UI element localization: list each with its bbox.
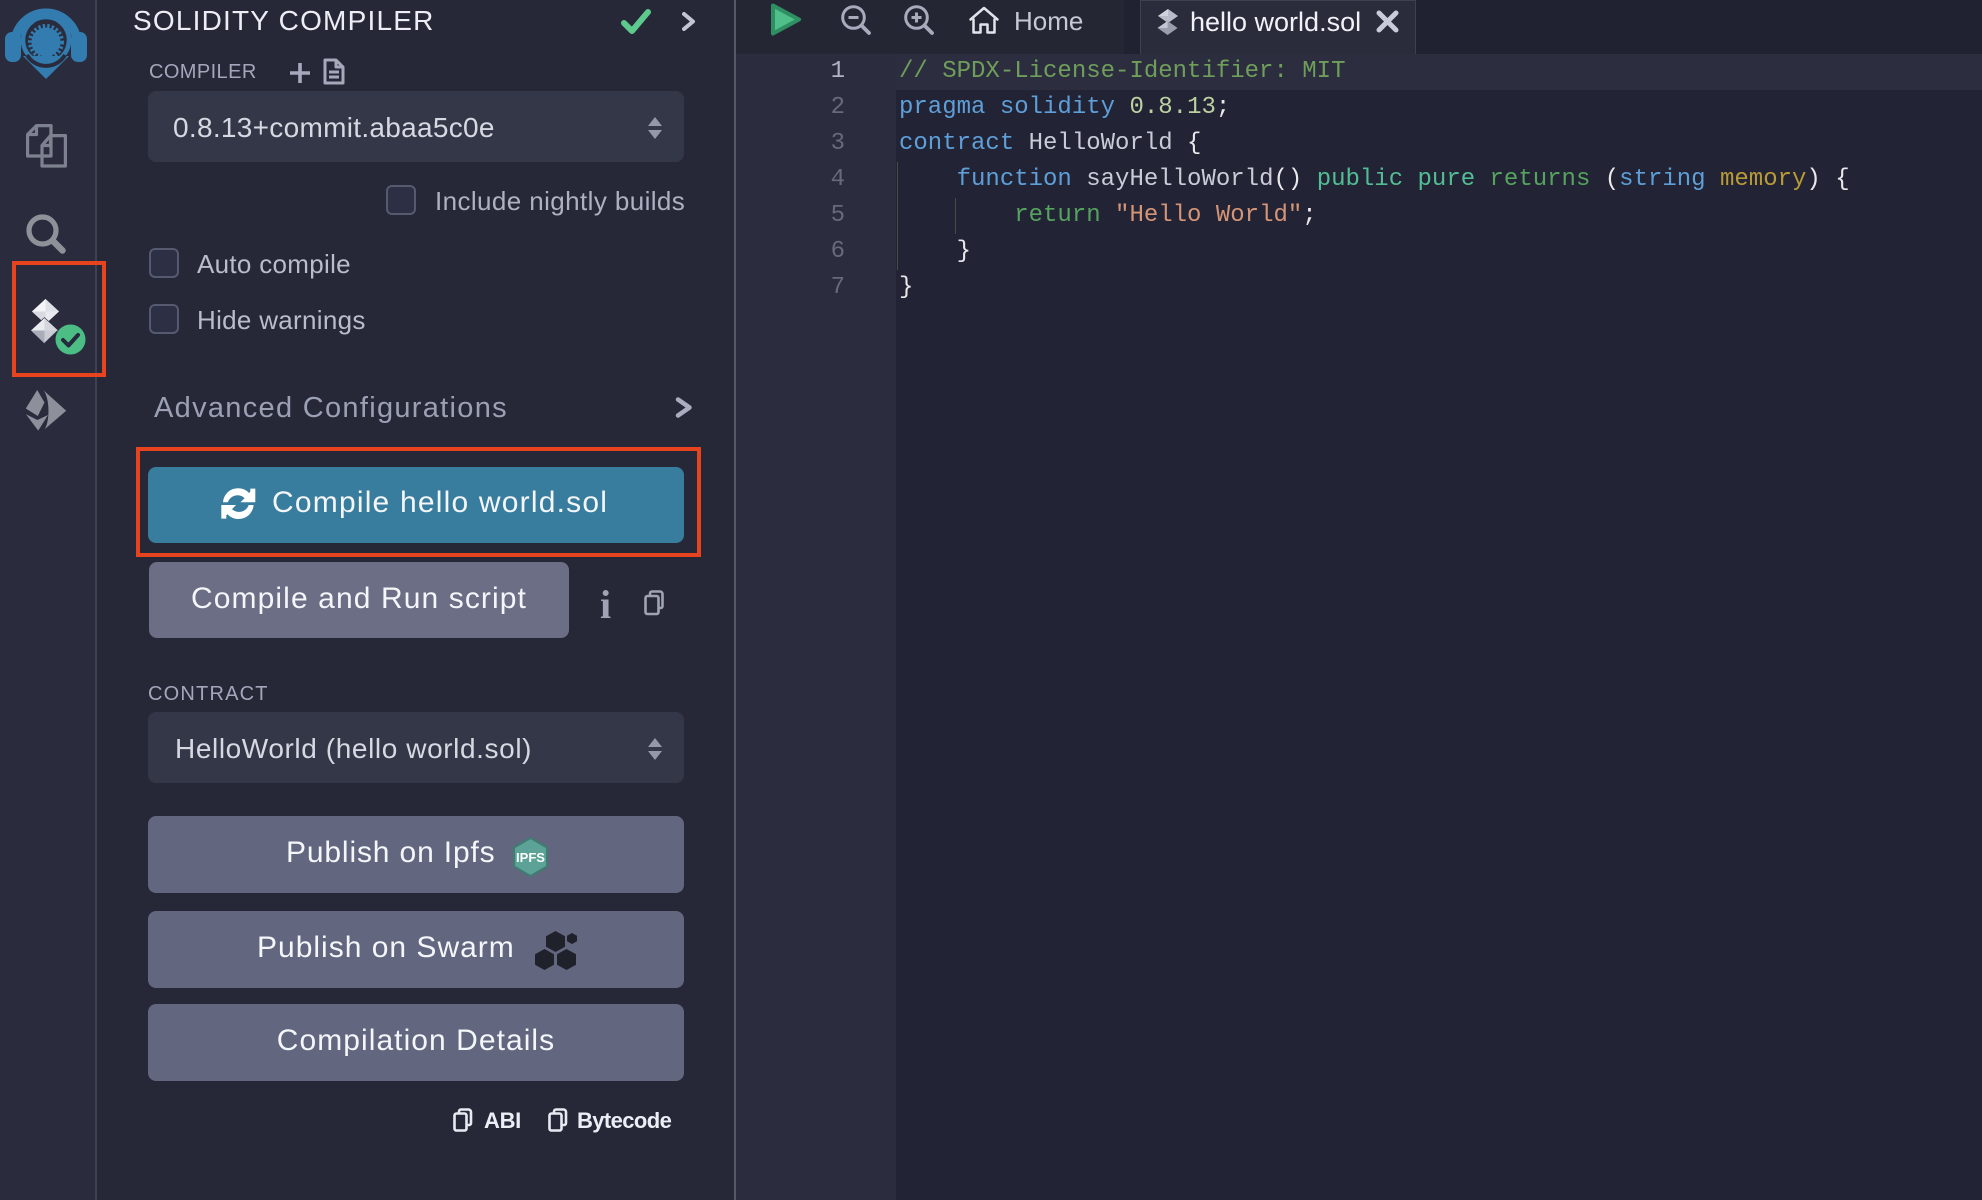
svg-text:IPFS: IPFS [516,850,545,865]
